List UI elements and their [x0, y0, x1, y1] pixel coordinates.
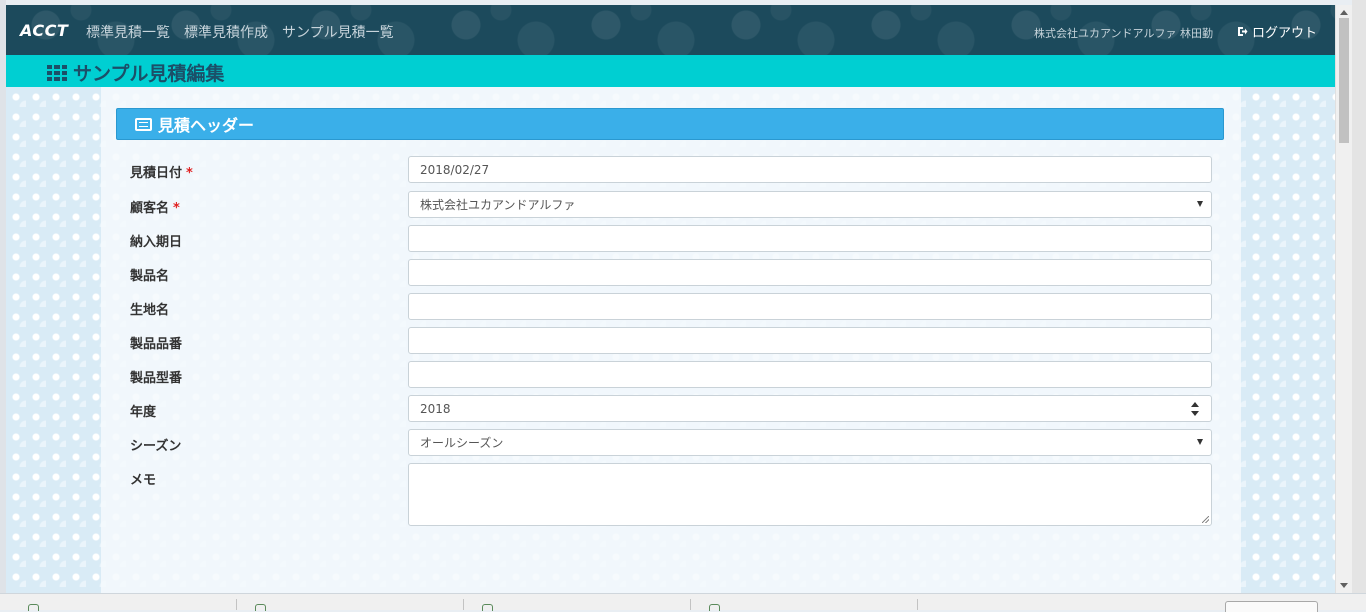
list-icon [135, 117, 152, 131]
field-label: 年度 [130, 405, 157, 420]
year-number-input[interactable]: 2018 [408, 395, 1212, 422]
scroll-up-icon[interactable] [1340, 10, 1348, 15]
product-item-no-input[interactable] [408, 327, 1212, 354]
nav-links: 標準見積一覧 標準見積作成 サンプル見積一覧 [86, 22, 394, 42]
form-row-product-item-no: 製品品番 [130, 327, 1212, 355]
user-name: 株式会社ユカアンドアルファ 林田勤 [1034, 27, 1213, 40]
divider [236, 599, 237, 610]
divider [917, 599, 918, 610]
field-label: 生地名 [130, 303, 170, 318]
resize-grip-icon[interactable] [1202, 516, 1209, 523]
required-mark: * [186, 166, 193, 181]
dropdown-arrow-icon [1197, 439, 1203, 445]
nav-link-sample-estimate-list[interactable]: サンプル見積一覧 [282, 22, 394, 42]
field-label: 製品型番 [130, 371, 183, 386]
field-label: 製品品番 [130, 337, 183, 352]
taskbar [0, 593, 1366, 612]
divider [463, 599, 464, 610]
content-panel: 見積ヘッダー 見積日付 * 2018/02/27 顧客名 * 株式会社ユカアンドアル… [101, 87, 1241, 593]
delivery-date-input[interactable] [408, 225, 1212, 252]
customer-select[interactable]: 株式会社ユカアンドアルファ [408, 191, 1212, 218]
form-row-season: シーズン オールシーズン [130, 429, 1212, 457]
page-title-text: サンプル見積編集 [73, 63, 225, 85]
scroll-down-icon[interactable] [1340, 583, 1348, 588]
form-row-delivery-date: 納入期日 [130, 225, 1212, 253]
form-row-product-name: 製品名 [130, 259, 1212, 287]
form-row-estimate-date: 見積日付 * 2018/02/27 [130, 156, 1212, 184]
nav-link-standard-estimate-list[interactable]: 標準見積一覧 [86, 22, 170, 42]
nav-link-standard-estimate-create[interactable]: 標準見積作成 [184, 22, 268, 42]
page-title: サンプル見積編集 [47, 59, 224, 86]
brand-logo[interactable]: ACCT [20, 21, 68, 40]
form-row-memo: メモ [130, 463, 1212, 527]
field-label: メモ [130, 473, 157, 488]
taskbar-item-icon[interactable] [482, 604, 493, 611]
dropdown-arrow-icon [1197, 201, 1203, 207]
content-area: 見積ヘッダー 見積日付 * 2018/02/27 顧客名 * 株式会社ユカアンドアル… [6, 87, 1335, 593]
form-row-customer: 顧客名 * 株式会社ユカアンドアルファ [130, 191, 1212, 219]
logout-button[interactable]: ログアウト [1237, 22, 1317, 41]
spinner-up-icon[interactable] [1191, 402, 1199, 407]
taskbar-item-icon[interactable] [709, 604, 720, 611]
scroll-thumb[interactable] [1339, 18, 1349, 143]
vertical-scrollbar[interactable] [1335, 5, 1352, 593]
field-label: 顧客名 * [130, 201, 180, 216]
top-navbar: ACCT 標準見積一覧 標準見積作成 サンプル見積一覧 株式会社ユカアンドアルフ… [6, 5, 1335, 55]
spinner-down-icon[interactable] [1191, 411, 1199, 416]
field-label: 製品名 [130, 269, 170, 284]
page-title-bar: サンプル見積編集 [6, 55, 1335, 87]
required-mark: * [173, 201, 180, 216]
logout-label: ログアウト [1252, 26, 1318, 41]
spinner-icon[interactable] [1191, 402, 1200, 416]
estimate-date-input[interactable]: 2018/02/27 [408, 156, 1212, 183]
field-label: 納入期日 [130, 235, 183, 250]
logout-icon [1238, 27, 1248, 36]
year-value: 2018 [420, 402, 451, 416]
field-label: 見積日付 * [130, 166, 193, 181]
taskbar-item-icon[interactable] [255, 604, 266, 611]
taskbar-button[interactable] [1225, 601, 1318, 612]
form-row-product-model-no: 製品型番 [130, 361, 1212, 389]
season-select-value: オールシーズン [420, 436, 504, 450]
panel-header: 見積ヘッダー [116, 108, 1224, 140]
customer-select-value: 株式会社ユカアンドアルファ [420, 198, 576, 212]
memo-textarea[interactable] [408, 463, 1212, 526]
product-name-input[interactable] [408, 259, 1212, 286]
product-model-no-input[interactable] [408, 361, 1212, 388]
form-row-year: 年度 2018 [130, 395, 1212, 423]
panel-header-title: 見積ヘッダー [158, 116, 255, 135]
divider [690, 599, 691, 610]
window-edge [1352, 0, 1366, 609]
field-label: シーズン [130, 439, 182, 454]
season-select[interactable]: オールシーズン [408, 429, 1212, 456]
grid-icon [47, 64, 67, 81]
form-row-fabric-name: 生地名 [130, 293, 1212, 321]
taskbar-item-icon[interactable] [28, 604, 39, 611]
fabric-name-input[interactable] [408, 293, 1212, 320]
